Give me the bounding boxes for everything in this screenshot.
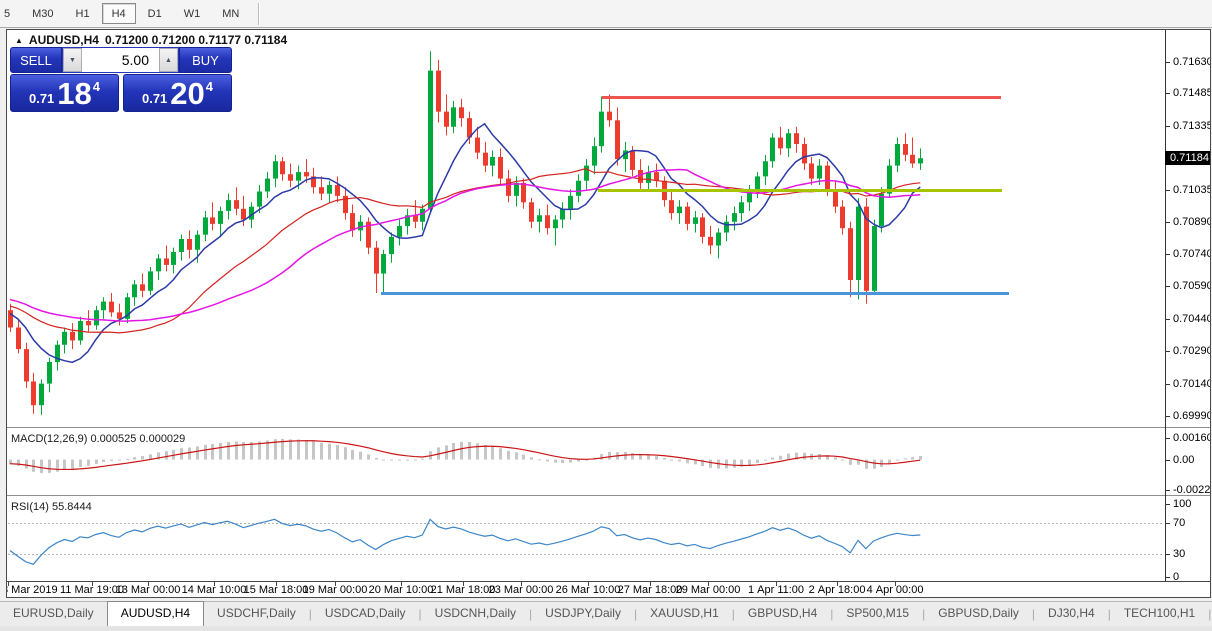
- chart-tab-eurusd-daily[interactable]: EURUSD,Daily: [0, 602, 107, 626]
- chart-tab-usdchf-daily[interactable]: USDCHF,Daily: [204, 602, 309, 626]
- buy-price-big: 20: [170, 75, 205, 111]
- timeframe-button-w1[interactable]: W1: [174, 3, 211, 24]
- chart-tab-tech100-h1[interactable]: TECH100,H1: [1111, 602, 1208, 626]
- one-click-trading-panel: SELL ▼ ▲ BUY 0.71 18 4 0.71 20 4: [10, 47, 232, 112]
- chart-tab-audusd-h4[interactable]: AUDUSD,H4: [106, 601, 205, 626]
- sell-button[interactable]: SELL: [10, 47, 62, 73]
- volume-increase-button[interactable]: ▲: [159, 48, 178, 72]
- macd-indicator-label: MACD(12,26,9) 0.000525 0.000029: [11, 433, 186, 445]
- buy-price-small: 0.71: [141, 90, 168, 106]
- sell-price-sup: 4: [92, 78, 101, 94]
- chart-tab-xauusd-h1[interactable]: XAUUSD,H1: [637, 602, 732, 626]
- chart-tab-sp500-m15[interactable]: SP500,M15: [833, 602, 922, 626]
- chart-ohlc-values: 0.71200 0.71200 0.71177 0.71184: [104, 33, 288, 47]
- chart-window: ▲ AUDUSD,H4 0.71200 0.71200 0.71177 0.71…: [6, 29, 1211, 598]
- chart-tab-usdcnh-daily[interactable]: USDCNH,Daily: [422, 602, 529, 626]
- buy-price-sup: 4: [205, 78, 214, 94]
- chart-tab-usdcad-daily[interactable]: USDCAD,Daily: [312, 602, 419, 626]
- chart-tab-dj30-h4[interactable]: DJ30,H4: [1035, 602, 1108, 626]
- sell-price-big: 18: [57, 75, 92, 111]
- volume-decrease-button[interactable]: ▼: [63, 48, 82, 72]
- collapse-triangle-icon[interactable]: ▲: [15, 36, 23, 45]
- chart-symbol-label: AUDUSD,H4: [28, 33, 99, 47]
- timeframe-button-mn[interactable]: MN: [212, 3, 249, 24]
- buy-price-display[interactable]: 0.71 20 4: [123, 74, 232, 112]
- timeframe-button-5[interactable]: 5: [0, 3, 20, 24]
- sell-price-small: 0.71: [28, 90, 55, 106]
- toolbar-separator: [258, 2, 261, 25]
- window-bottom-edge: [0, 626, 1212, 631]
- chart-tab-usdjpy-daily[interactable]: USDJPY,Daily: [532, 602, 634, 626]
- timeframe-button-h1[interactable]: H1: [66, 3, 100, 24]
- timeframe-toolbar: 5 M30 H1 H4 D1 W1 MN: [0, 0, 1212, 28]
- buy-button[interactable]: BUY: [179, 47, 232, 73]
- chart-tabbar: EURUSD,Daily AUDUSD,H4 USDCHF,Daily | USDCAD…: [0, 601, 1212, 626]
- timeframe-button-h4[interactable]: H4: [101, 3, 136, 24]
- sell-price-display[interactable]: 0.71 18 4: [10, 74, 119, 112]
- chart-symbol-header: ▲ AUDUSD,H4 0.71200 0.71200 0.71177 0.71…: [15, 33, 287, 47]
- volume-input[interactable]: [82, 48, 159, 72]
- price-chart-canvas[interactable]: [7, 30, 1210, 597]
- terminal-window: 5 M30 H1 H4 D1 W1 MN ▲ AUDUSD,H4 0.71200 0.712…: [0, 0, 1212, 631]
- chart-tab-gbpusd-h4[interactable]: GBPUSD,H4: [735, 602, 830, 626]
- rsi-indicator-label: RSI(14) 55.8444: [11, 501, 92, 513]
- timeframe-button-m30[interactable]: M30: [22, 3, 63, 24]
- chart-tab-gbpusd-daily[interactable]: GBPUSD,Daily: [925, 602, 1032, 626]
- volume-spinner: ▼ ▲: [62, 47, 179, 73]
- timeframe-button-d1[interactable]: D1: [138, 3, 172, 24]
